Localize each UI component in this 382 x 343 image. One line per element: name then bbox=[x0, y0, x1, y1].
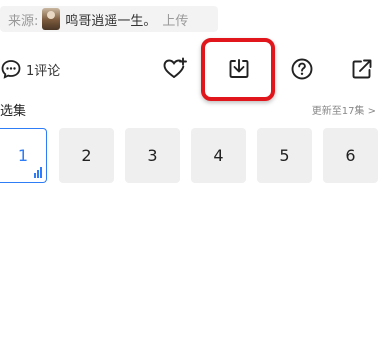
episode-number: 5 bbox=[279, 146, 290, 165]
episode-number: 3 bbox=[147, 146, 158, 165]
upload-suffix: 上传 bbox=[162, 13, 189, 29]
download-highlight-frame bbox=[201, 38, 275, 101]
uploader-name[interactable]: 鸣哥逍遥一生。 bbox=[65, 10, 156, 29]
episode-number: 6 bbox=[345, 146, 356, 165]
uploader-avatar[interactable] bbox=[42, 8, 61, 30]
episode-number: 2 bbox=[81, 146, 92, 165]
episodes-title: 选集 bbox=[0, 104, 27, 119]
episode-list: 1 2 3 4 5 6 bbox=[0, 128, 382, 184]
comment-button[interactable]: 1评论 bbox=[0, 58, 60, 80]
share-button[interactable] bbox=[348, 55, 376, 83]
episode-item[interactable]: 3 bbox=[125, 128, 180, 183]
source-label: 来源: bbox=[8, 13, 39, 29]
episode-item[interactable]: 1 bbox=[0, 128, 47, 183]
action-bar: 1评论 bbox=[0, 52, 382, 86]
help-button[interactable] bbox=[288, 55, 316, 83]
episodes-more-link[interactable]: 更新至17集 > bbox=[312, 102, 376, 117]
episode-item[interactable]: 6 bbox=[323, 128, 378, 183]
source-bar: 来源: 鸣哥逍遥一生。 上传 bbox=[0, 6, 218, 32]
comment-count: 1评论 bbox=[26, 63, 61, 79]
comment-icon bbox=[1, 60, 21, 79]
question-icon bbox=[291, 58, 313, 80]
episode-number: 4 bbox=[213, 146, 224, 165]
episode-item[interactable]: 4 bbox=[191, 128, 246, 183]
favorite-button[interactable] bbox=[161, 55, 189, 83]
episode-number: 1 bbox=[17, 146, 29, 165]
episode-item[interactable]: 5 bbox=[257, 128, 312, 183]
heart-plus-icon bbox=[163, 57, 187, 78]
episode-item[interactable]: 2 bbox=[59, 128, 114, 183]
playing-indicator-icon bbox=[34, 167, 42, 178]
share-icon bbox=[352, 59, 372, 79]
